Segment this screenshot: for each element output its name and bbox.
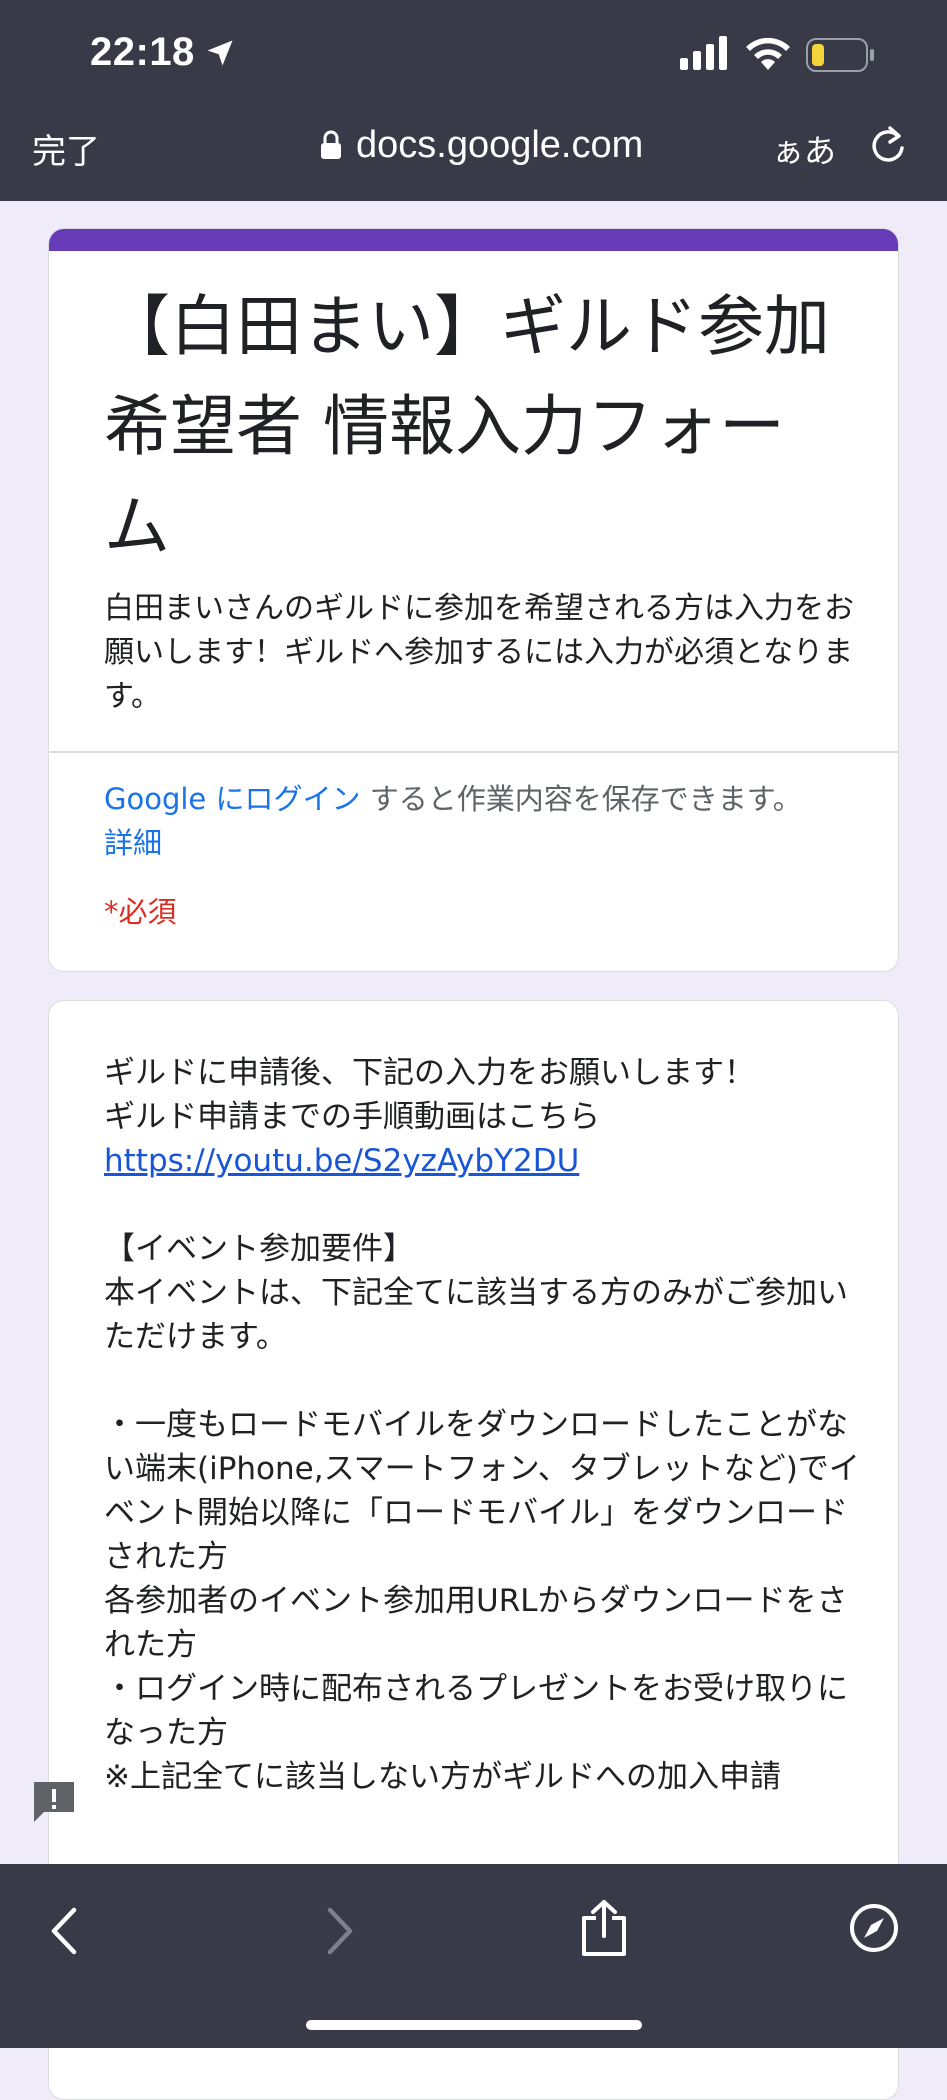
back-icon[interactable] (48, 1906, 82, 1956)
google-login-link[interactable]: Google にログイン (104, 782, 360, 816)
required-note: *必須 (104, 895, 177, 929)
section-line1: ギルドに申請後、下記の入力をお願いします！ (104, 1055, 755, 1091)
done-button[interactable]: 完了 (32, 124, 100, 173)
browser-top-bar: 22:18 完了 docs.google.com ぁあ (0, 0, 947, 201)
wifi-icon (746, 37, 790, 70)
forward-icon[interactable] (322, 1906, 356, 1956)
lock-icon (321, 130, 341, 159)
details-link[interactable]: 詳細 (104, 826, 162, 860)
cellular-signal-icon (680, 36, 727, 70)
form-description: 白田まいさんのギルドに参加を希望される方は入力をお願いします！ギルドへ参加するに… (104, 591, 854, 714)
requirement-3: ・ログイン時に配布されるプレゼントをお受け取りになった方 (104, 1671, 848, 1751)
browser-bottom-toolbar (0, 1864, 947, 2048)
form-header-card: 【白田まい】ギルド参加希望者 情報入力フォーム 白田まいさんのギルドに参加を希望… (48, 228, 899, 972)
section-description: ギルドに申請後、下記の入力をお願いします！ ギルド申請までの手順動画はこちら h… (104, 1051, 864, 1799)
form-title: 【白田まい】ギルド参加希望者 情報入力フォーム (104, 288, 830, 565)
battery-icon (806, 38, 874, 72)
requirement-2: 各参加者のイベント参加用URLからダウンロードをされた方 (104, 1583, 848, 1663)
feedback-icon[interactable] (30, 1778, 78, 1826)
requirement-1: ・一度もロードモバイルをダウンロードしたことがない端末(iPhone,スマートフ… (104, 1407, 860, 1575)
url-text: docs.google.com (356, 123, 644, 166)
divider (49, 751, 898, 753)
reload-icon[interactable] (868, 124, 908, 168)
location-arrow-icon (207, 40, 233, 66)
status-time: 22:18 (90, 30, 195, 74)
login-notice: Google にログイン すると作業内容を保存できます。 詳細 (104, 777, 874, 865)
requirement-note: ※上記全てに該当しない方がギルドへの加入申請 (104, 1759, 781, 1795)
login-notice-text: すると作業内容を保存できます。 (369, 782, 802, 816)
section-line2: ギルド申請までの手順動画はこちら (104, 1099, 600, 1135)
text-size-button[interactable]: ぁあ (772, 126, 836, 172)
compass-icon[interactable] (848, 1902, 900, 1954)
requirements-heading: 【イベント参加要件】 (104, 1231, 414, 1267)
video-link[interactable]: https://youtu.be/S2yzAybY2DU (104, 1143, 579, 1179)
address-bar[interactable]: docs.google.com (320, 120, 643, 170)
share-icon[interactable] (578, 1898, 630, 1958)
home-indicator (306, 2020, 642, 2030)
form-accent-bar (49, 229, 898, 251)
requirements-intro: 本イベントは、下記全てに該当する方のみがご参加いただけます。 (104, 1275, 848, 1355)
